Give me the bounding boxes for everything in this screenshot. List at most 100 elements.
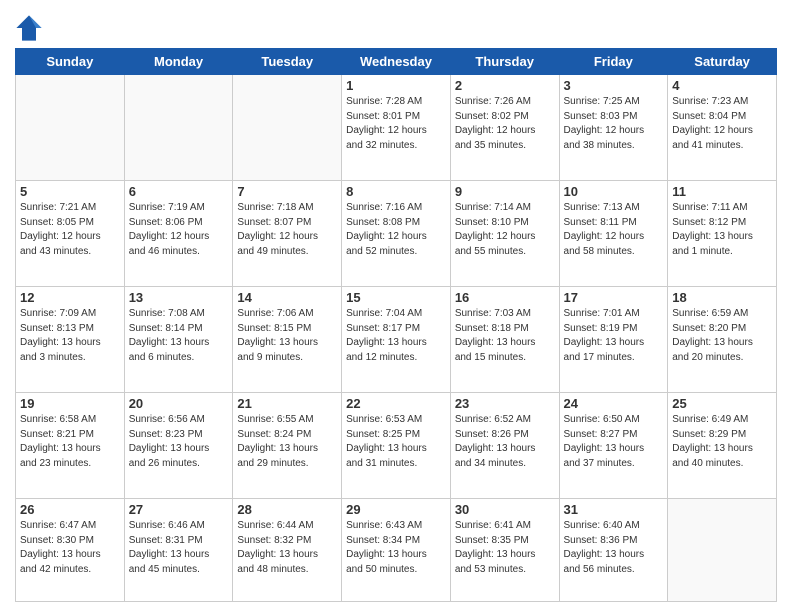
calendar-cell: 10 Sunrise: 7:13 AMSunset: 8:11 PMDayligh… (559, 181, 668, 287)
day-number: 6 (129, 184, 229, 199)
day-number: 7 (237, 184, 337, 199)
day-info: Sunrise: 7:19 AMSunset: 8:06 PMDaylight:… (129, 201, 229, 259)
calendar-cell: 18Sunrise: 6:59 AMSunset: 8:20 PMDayligh… (668, 287, 777, 393)
calendar-cell: 2 Sunrise: 7:26 AMSunset: 8:02 PMDaylight… (450, 75, 559, 181)
day-number: 27 (129, 502, 229, 517)
day-number: 21 (237, 396, 337, 411)
day-info: Sunrise: 7:04 AMSunset: 8:17 PMDaylight:… (346, 307, 446, 365)
calendar-cell: 26 Sunrise: 6:47 AMSunset: 8:30 PMDayligh… (16, 499, 125, 602)
weekday-header-saturday: Saturday (668, 49, 777, 75)
day-number: 15 (346, 290, 446, 305)
calendar-cell (124, 75, 233, 181)
calendar-cell: 25Sunrise: 6:49 AMSunset: 8:29 PMDayligh… (668, 393, 777, 499)
day-info: Sunrise: 6:50 AMSunset: 8:27 PMDaylight:… (564, 413, 664, 471)
day-number: 29 (346, 502, 446, 517)
day-number: 28 (237, 502, 337, 517)
day-info: Sunrise: 7:23 AMSunset: 8:04 PMDaylight:… (672, 95, 772, 153)
week-row-4: 26 Sunrise: 6:47 AMSunset: 8:30 PMDayligh… (16, 499, 777, 602)
calendar-cell: 22 Sunrise: 6:53 AMSunset: 8:25 PMDayligh… (342, 393, 451, 499)
day-info: Sunrise: 7:11 AMSunset: 8:12 PMDaylight:… (672, 201, 772, 259)
calendar-cell: 24 Sunrise: 6:50 AMSunset: 8:27 PMDayligh… (559, 393, 668, 499)
calendar-cell: 31Sunrise: 6:40 AMSunset: 8:36 PMDayligh… (559, 499, 668, 602)
logo (15, 14, 45, 42)
day-number: 4 (672, 78, 772, 93)
day-info: Sunrise: 6:56 AMSunset: 8:23 PMDaylight:… (129, 413, 229, 471)
calendar-cell (233, 75, 342, 181)
day-info: Sunrise: 7:01 AMSunset: 8:19 PMDaylight:… (564, 307, 664, 365)
calendar-cell: 4 Sunrise: 7:23 AMSunset: 8:04 PMDaylight… (668, 75, 777, 181)
day-info: Sunrise: 6:47 AMSunset: 8:30 PMDaylight:… (20, 519, 120, 577)
calendar-cell: 13Sunrise: 7:08 AMSunset: 8:14 PMDayligh… (124, 287, 233, 393)
weekday-header-tuesday: Tuesday (233, 49, 342, 75)
day-info: Sunrise: 7:08 AMSunset: 8:14 PMDaylight:… (129, 307, 229, 365)
day-number: 24 (564, 396, 664, 411)
calendar-cell: 8Sunrise: 7:16 AMSunset: 8:08 PMDaylight… (342, 181, 451, 287)
calendar-cell: 20Sunrise: 6:56 AMSunset: 8:23 PMDayligh… (124, 393, 233, 499)
calendar-cell: 7Sunrise: 7:18 AMSunset: 8:07 PMDaylight… (233, 181, 342, 287)
calendar-cell: 6 Sunrise: 7:19 AMSunset: 8:06 PMDaylight… (124, 181, 233, 287)
header (15, 10, 777, 42)
calendar-cell: 29 Sunrise: 6:43 AMSunset: 8:34 PMDayligh… (342, 499, 451, 602)
calendar-cell: 23 Sunrise: 6:52 AMSunset: 8:26 PMDayligh… (450, 393, 559, 499)
calendar-cell: 19 Sunrise: 6:58 AMSunset: 8:21 PMDayligh… (16, 393, 125, 499)
week-row-2: 12 Sunrise: 7:09 AMSunset: 8:13 PMDayligh… (16, 287, 777, 393)
day-info: Sunrise: 6:58 AMSunset: 8:21 PMDaylight:… (20, 413, 120, 471)
calendar-cell: 17 Sunrise: 7:01 AMSunset: 8:19 PMDayligh… (559, 287, 668, 393)
logo-icon (15, 14, 43, 42)
day-number: 2 (455, 78, 555, 93)
day-number: 11 (672, 184, 772, 199)
calendar-cell: 27Sunrise: 6:46 AMSunset: 8:31 PMDayligh… (124, 499, 233, 602)
weekday-header-monday: Monday (124, 49, 233, 75)
day-number: 14 (237, 290, 337, 305)
calendar-cell: 12 Sunrise: 7:09 AMSunset: 8:13 PMDayligh… (16, 287, 125, 393)
day-number: 31 (564, 502, 664, 517)
calendar-cell: 14 Sunrise: 7:06 AMSunset: 8:15 PMDayligh… (233, 287, 342, 393)
day-number: 9 (455, 184, 555, 199)
calendar-cell: 30Sunrise: 6:41 AMSunset: 8:35 PMDayligh… (450, 499, 559, 602)
day-info: Sunrise: 7:26 AMSunset: 8:02 PMDaylight:… (455, 95, 555, 153)
day-number: 23 (455, 396, 555, 411)
day-number: 22 (346, 396, 446, 411)
weekday-header-row: SundayMondayTuesdayWednesdayThursdayFrid… (16, 49, 777, 75)
calendar-cell: 3Sunrise: 7:25 AMSunset: 8:03 PMDaylight… (559, 75, 668, 181)
calendar-cell: 9 Sunrise: 7:14 AMSunset: 8:10 PMDaylight… (450, 181, 559, 287)
day-info: Sunrise: 6:59 AMSunset: 8:20 PMDaylight:… (672, 307, 772, 365)
day-info: Sunrise: 7:28 AMSunset: 8:01 PMDaylight:… (346, 95, 446, 153)
day-number: 1 (346, 78, 446, 93)
calendar-cell (16, 75, 125, 181)
day-info: Sunrise: 6:49 AMSunset: 8:29 PMDaylight:… (672, 413, 772, 471)
day-info: Sunrise: 6:55 AMSunset: 8:24 PMDaylight:… (237, 413, 337, 471)
day-info: Sunrise: 6:53 AMSunset: 8:25 PMDaylight:… (346, 413, 446, 471)
day-number: 8 (346, 184, 446, 199)
day-number: 19 (20, 396, 120, 411)
day-info: Sunrise: 7:03 AMSunset: 8:18 PMDaylight:… (455, 307, 555, 365)
day-info: Sunrise: 6:43 AMSunset: 8:34 PMDaylight:… (346, 519, 446, 577)
weekday-header-wednesday: Wednesday (342, 49, 451, 75)
day-number: 10 (564, 184, 664, 199)
weekday-header-friday: Friday (559, 49, 668, 75)
calendar-cell: 28 Sunrise: 6:44 AMSunset: 8:32 PMDayligh… (233, 499, 342, 602)
day-number: 17 (564, 290, 664, 305)
day-info: Sunrise: 7:13 AMSunset: 8:11 PMDaylight:… (564, 201, 664, 259)
day-number: 5 (20, 184, 120, 199)
day-number: 3 (564, 78, 664, 93)
calendar-cell (668, 499, 777, 602)
day-number: 30 (455, 502, 555, 517)
calendar-cell: 16 Sunrise: 7:03 AMSunset: 8:18 PMDayligh… (450, 287, 559, 393)
week-row-0: 1 Sunrise: 7:28 AMSunset: 8:01 PMDaylight… (16, 75, 777, 181)
week-row-3: 19 Sunrise: 6:58 AMSunset: 8:21 PMDayligh… (16, 393, 777, 499)
calendar-cell: 1 Sunrise: 7:28 AMSunset: 8:01 PMDaylight… (342, 75, 451, 181)
calendar-cell: 21 Sunrise: 6:55 AMSunset: 8:24 PMDayligh… (233, 393, 342, 499)
day-info: Sunrise: 7:14 AMSunset: 8:10 PMDaylight:… (455, 201, 555, 259)
day-info: Sunrise: 6:44 AMSunset: 8:32 PMDaylight:… (237, 519, 337, 577)
day-info: Sunrise: 7:06 AMSunset: 8:15 PMDaylight:… (237, 307, 337, 365)
day-number: 12 (20, 290, 120, 305)
day-info: Sunrise: 6:52 AMSunset: 8:26 PMDaylight:… (455, 413, 555, 471)
day-number: 16 (455, 290, 555, 305)
day-info: Sunrise: 7:21 AMSunset: 8:05 PMDaylight:… (20, 201, 120, 259)
calendar-cell: 15 Sunrise: 7:04 AMSunset: 8:17 PMDayligh… (342, 287, 451, 393)
weekday-header-thursday: Thursday (450, 49, 559, 75)
page: SundayMondayTuesdayWednesdayThursdayFrid… (0, 0, 792, 612)
day-info: Sunrise: 7:09 AMSunset: 8:13 PMDaylight:… (20, 307, 120, 365)
day-number: 26 (20, 502, 120, 517)
